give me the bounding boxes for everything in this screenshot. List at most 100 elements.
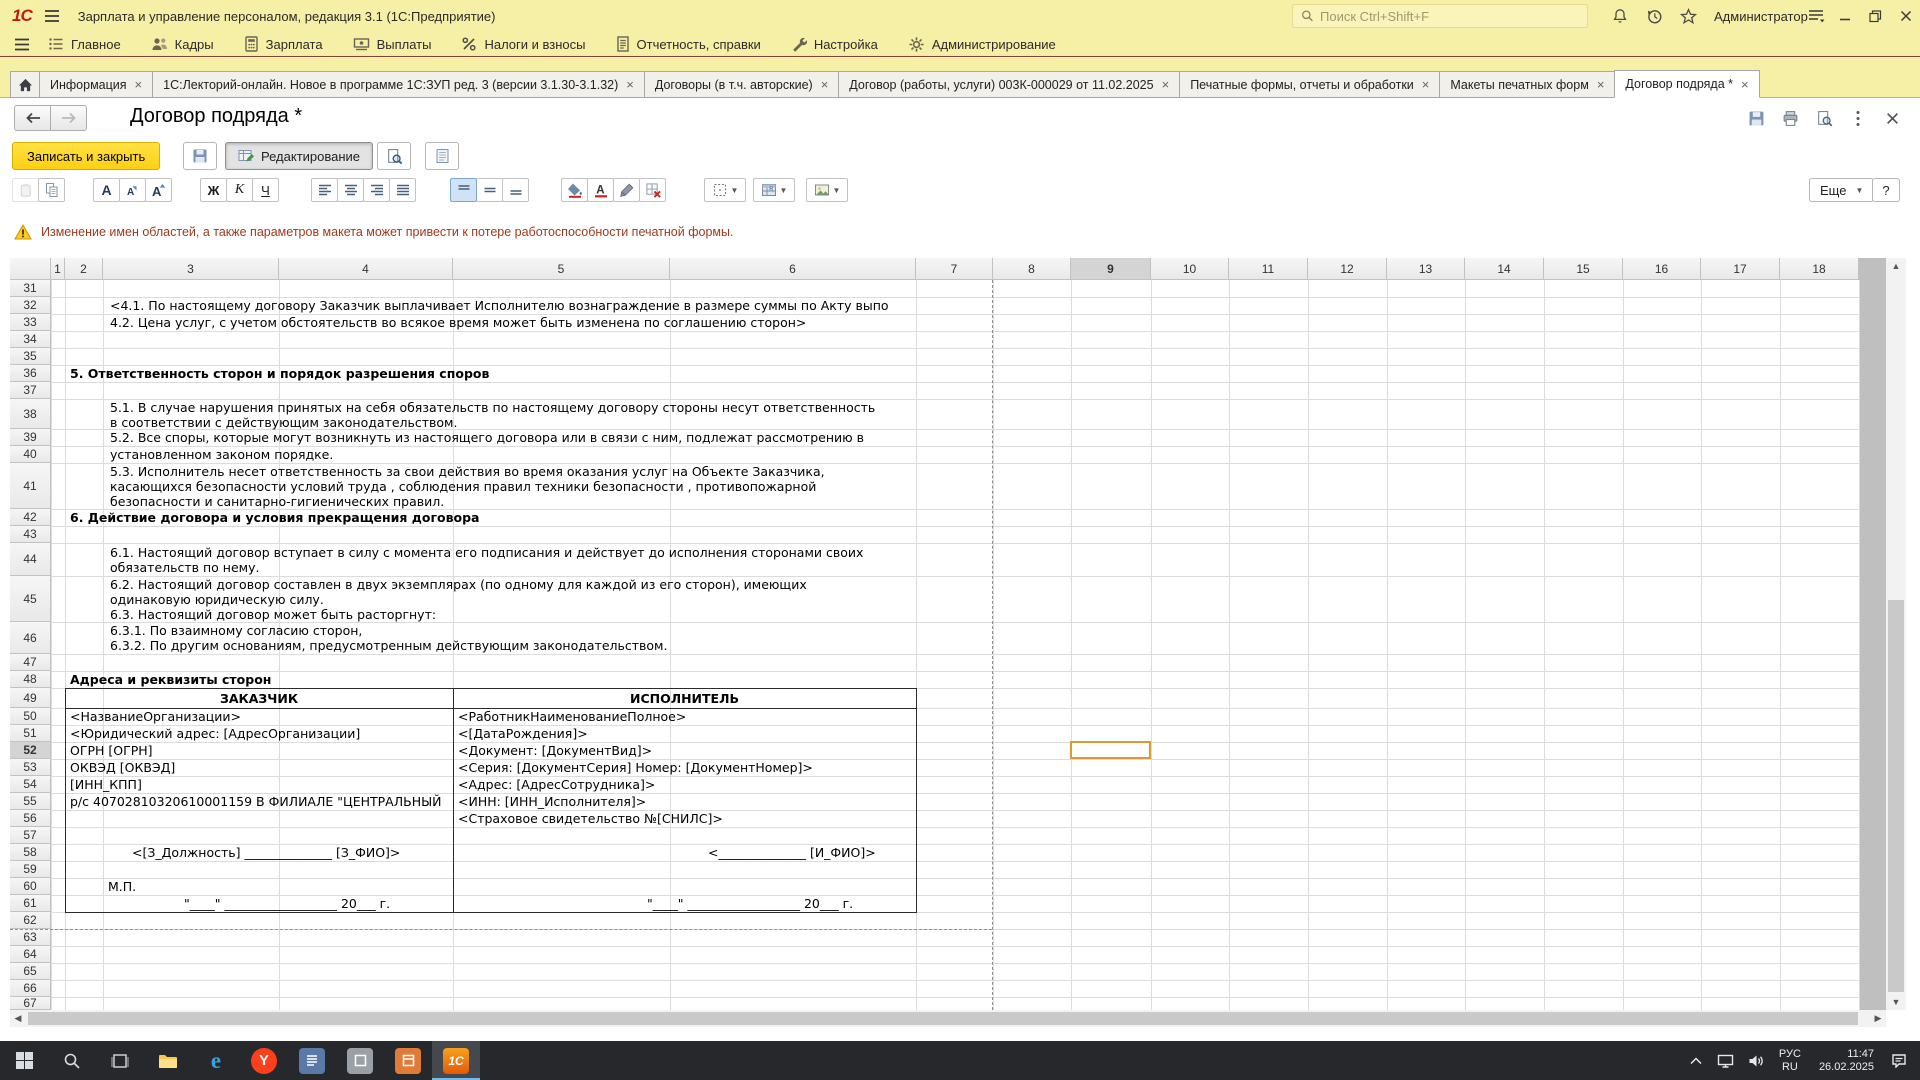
tab-close-icon[interactable]: × <box>135 78 143 91</box>
row-header-43[interactable]: 43 <box>10 526 51 543</box>
column-header-8[interactable]: 8 <box>993 258 1071 280</box>
column-header-4[interactable]: 4 <box>279 258 453 280</box>
row-header-66[interactable]: 66 <box>10 980 51 997</box>
column-header-5[interactable]: 5 <box>453 258 670 280</box>
cell-text: в соответствии с действующим законодател… <box>110 415 457 430</box>
row-header-42[interactable]: 42 <box>10 509 51 526</box>
row-header-67[interactable]: 67 <box>10 997 51 1010</box>
column-header-3[interactable]: 3 <box>103 258 279 280</box>
tray-expand-icon[interactable] <box>1681 1041 1711 1080</box>
yandex-browser-button[interactable]: Y <box>240 1041 288 1080</box>
vertical-scroll-thumb[interactable] <box>1888 600 1904 992</box>
row-header-61[interactable]: 61 <box>10 895 51 912</box>
scroll-right-icon[interactable]: ▶ <box>1870 1010 1886 1027</box>
row-header-40[interactable]: 40 <box>10 446 51 463</box>
home-tab[interactable] <box>10 71 40 98</box>
row-header-34[interactable]: 34 <box>10 331 51 348</box>
gridline-h <box>51 963 1859 964</box>
document-tab-4[interactable]: Договор (работы, услуги) 003К-000029 от … <box>838 71 1180 98</box>
row-header-55[interactable]: 55 <box>10 793 51 810</box>
scroll-up-icon[interactable]: ▲ <box>1886 258 1906 274</box>
column-header-12[interactable]: 12 <box>1308 258 1387 280</box>
clock[interactable]: 11:47 26.02.2025 <box>1809 1048 1884 1074</box>
volume-icon[interactable] <box>1741 1041 1771 1080</box>
document-tab-7[interactable]: Договор подряда *× <box>1614 70 1759 98</box>
app-orange-button[interactable] <box>384 1041 432 1080</box>
document-tab-2[interactable]: 1С:Лекторий-онлайн. Новое в программе 1С… <box>152 71 645 98</box>
row-header-36[interactable]: 36 <box>10 365 51 382</box>
edge-browser-button[interactable]: e <box>192 1041 240 1080</box>
tab-close-icon[interactable]: × <box>1597 78 1605 91</box>
document-tab-1[interactable]: Информация× <box>39 71 153 98</box>
row-header-54[interactable]: 54 <box>10 776 51 793</box>
row-header-33[interactable]: 33 <box>10 314 51 331</box>
task-view-button[interactable] <box>96 1041 144 1080</box>
row-header-41[interactable]: 41 <box>10 463 51 509</box>
row-header-53[interactable]: 53 <box>10 759 51 776</box>
valign-top-button[interactable] <box>450 178 477 202</box>
cell-text: <[ДатаРождения]> <box>458 726 913 741</box>
column-header-16[interactable]: 16 <box>1623 258 1701 280</box>
corner-header[interactable] <box>10 258 51 280</box>
scroll-down-icon[interactable]: ▼ <box>1886 994 1906 1010</box>
tab-close-icon[interactable]: × <box>821 78 829 91</box>
row-header-45[interactable]: 45 <box>10 576 51 622</box>
row-header-62[interactable]: 62 <box>10 912 51 929</box>
row-header-57[interactable]: 57 <box>10 827 51 844</box>
row-header-47[interactable]: 47 <box>10 654 51 671</box>
column-header-6[interactable]: 6 <box>670 258 916 280</box>
taskbar-search-button[interactable] <box>48 1041 96 1080</box>
row-header-38[interactable]: 38 <box>10 399 51 429</box>
row-header-48[interactable]: 48 <box>10 671 51 688</box>
language-indicator[interactable]: РУС RU <box>1771 1048 1809 1074</box>
row-header-31[interactable]: 31 <box>10 280 51 297</box>
row-header-52[interactable]: 52 <box>10 742 51 759</box>
file-explorer-button[interactable] <box>144 1041 192 1080</box>
column-header-1[interactable]: 1 <box>51 258 65 280</box>
tab-close-icon[interactable]: × <box>1741 78 1749 91</box>
1c-enterprise-button[interactable]: 1С <box>432 1041 480 1080</box>
row-header-49[interactable]: 49 <box>10 688 51 708</box>
spreadsheet[interactable]: 1234567891011121314151617183132333435363… <box>0 0 1920 1041</box>
column-header-15[interactable]: 15 <box>1544 258 1623 280</box>
scroll-left-icon[interactable]: ◀ <box>10 1010 26 1027</box>
column-header-10[interactable]: 10 <box>1151 258 1229 280</box>
column-header-2[interactable]: 2 <box>65 258 103 280</box>
app-blue-button[interactable] <box>288 1041 336 1080</box>
row-header-39[interactable]: 39 <box>10 429 51 446</box>
column-header-9[interactable]: 9 <box>1071 258 1151 280</box>
start-button[interactable] <box>0 1041 48 1080</box>
row-header-56[interactable]: 56 <box>10 810 51 827</box>
tab-close-icon[interactable]: × <box>1422 78 1430 91</box>
column-header-13[interactable]: 13 <box>1387 258 1465 280</box>
column-header-17[interactable]: 17 <box>1701 258 1780 280</box>
tab-close-icon[interactable]: × <box>1162 78 1170 91</box>
row-header-51[interactable]: 51 <box>10 725 51 742</box>
row-header-37[interactable]: 37 <box>10 382 51 399</box>
app-gray-button[interactable] <box>336 1041 384 1080</box>
tab-close-icon[interactable]: × <box>626 78 634 91</box>
document-tab-3[interactable]: Договоры (в т.ч. авторские)× <box>644 71 839 98</box>
column-header-14[interactable]: 14 <box>1465 258 1544 280</box>
tab-label: Договор (работы, услуги) 003К-000029 от … <box>849 78 1153 92</box>
column-header-18[interactable]: 18 <box>1780 258 1859 280</box>
row-header-58[interactable]: 58 <box>10 844 51 861</box>
active-cell[interactable] <box>1070 741 1151 759</box>
action-center-icon[interactable] <box>1884 1041 1914 1080</box>
row-header-50[interactable]: 50 <box>10 708 51 725</box>
horizontal-scroll-thumb[interactable] <box>28 1012 1858 1025</box>
row-header-64[interactable]: 64 <box>10 946 51 963</box>
row-header-35[interactable]: 35 <box>10 348 51 365</box>
row-header-63[interactable]: 63 <box>10 929 51 946</box>
network-icon[interactable] <box>1711 1041 1741 1080</box>
row-header-32[interactable]: 32 <box>10 297 51 314</box>
document-tab-5[interactable]: Печатные формы, отчеты и обработки× <box>1179 71 1440 98</box>
column-header-7[interactable]: 7 <box>916 258 993 280</box>
row-header-65[interactable]: 65 <box>10 963 51 980</box>
row-header-60[interactable]: 60 <box>10 878 51 895</box>
row-header-46[interactable]: 46 <box>10 622 51 654</box>
row-header-59[interactable]: 59 <box>10 861 51 878</box>
column-header-11[interactable]: 11 <box>1229 258 1308 280</box>
row-header-44[interactable]: 44 <box>10 543 51 576</box>
document-tab-6[interactable]: Макеты печатных форм× <box>1439 71 1615 98</box>
